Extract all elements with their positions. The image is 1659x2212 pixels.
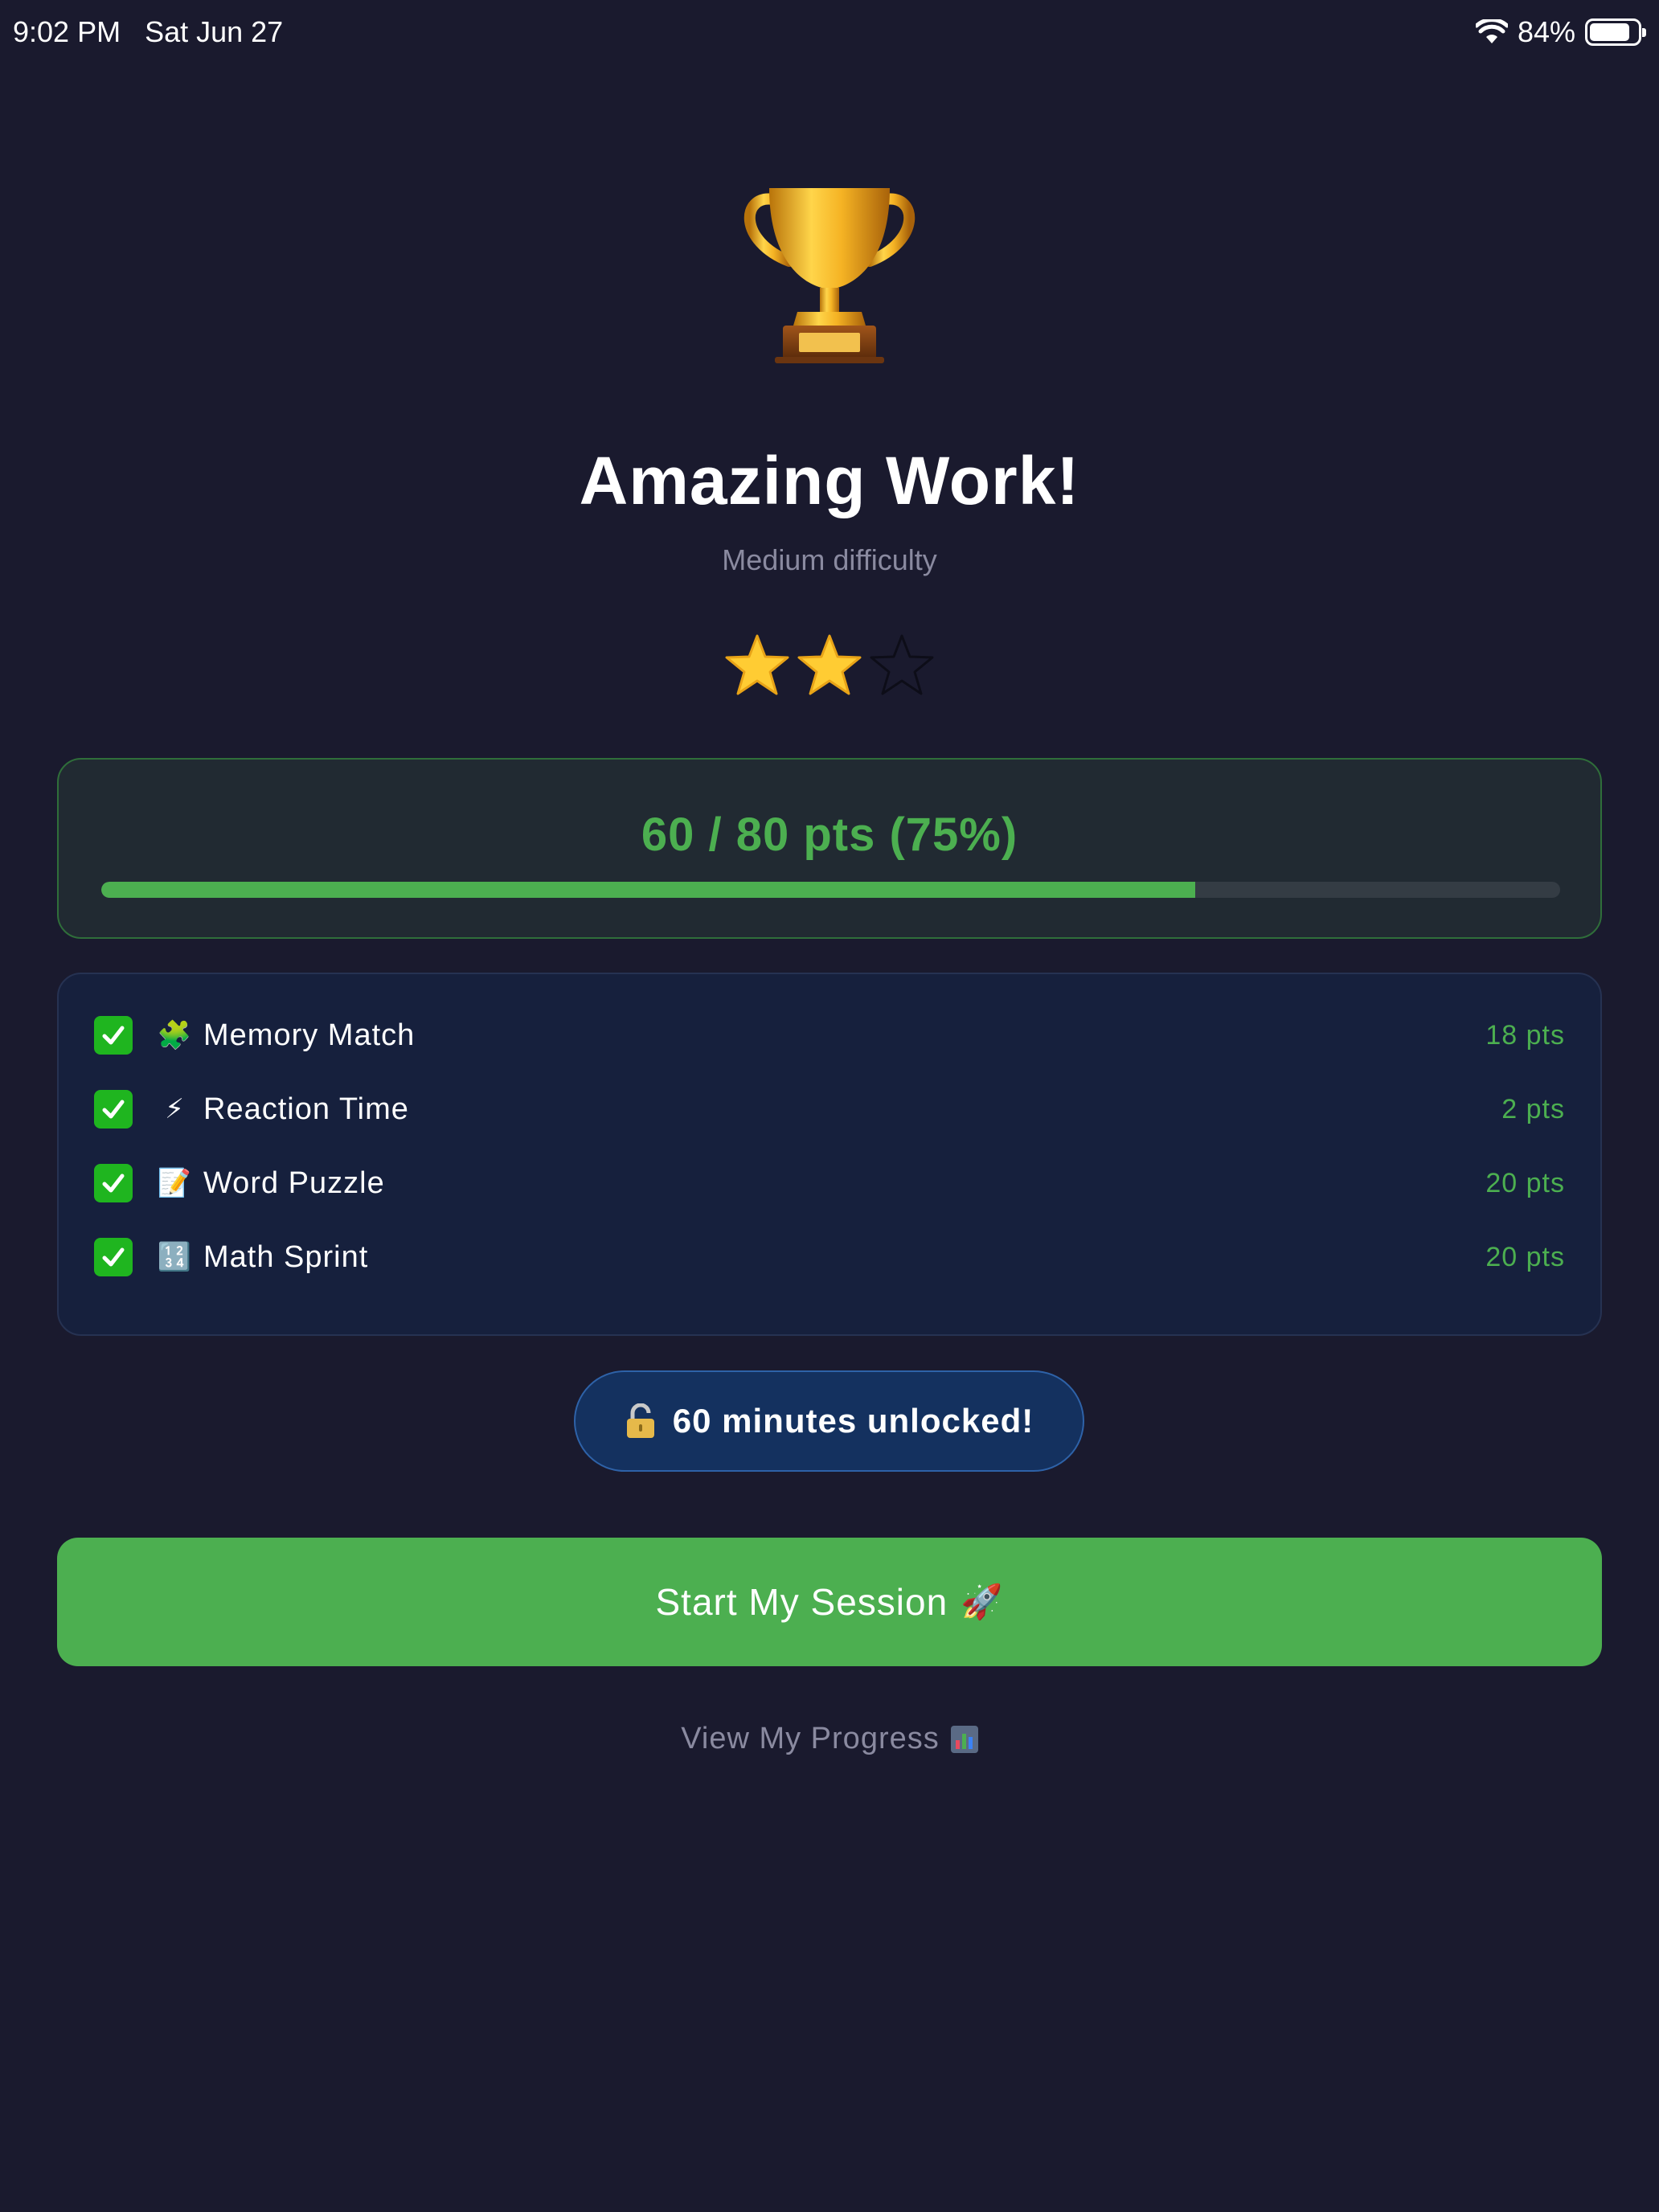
star-filled-icon <box>797 634 862 695</box>
status-bar: 9:02 PM Sat Jun 27 84% <box>0 0 1659 64</box>
score-text: 60 / 80 pts (75%) <box>641 809 1018 861</box>
view-progress-label: View My Progress <box>681 1722 940 1755</box>
status-left: 9:02 PM Sat Jun 27 <box>13 15 283 49</box>
view-progress-link[interactable]: View My Progress <box>0 1722 1659 1756</box>
puzzle-piece-icon: 🧩 <box>157 1020 192 1051</box>
games-list: 🧩 Memory Match 18 pts ⚡ Reaction Time 2 pts 📝 W… <box>57 973 1602 1336</box>
unlock-icon <box>626 1403 654 1438</box>
lightning-icon: ⚡ <box>165 1094 184 1124</box>
trophy-icon <box>743 188 916 363</box>
bar-chart-icon <box>950 1725 978 1753</box>
game-points: 2 pts <box>1501 1093 1565 1124</box>
game-row: 🧩 Memory Match 18 pts <box>59 998 1600 1072</box>
game-row: ⚡ Reaction Time 2 pts <box>59 1072 1600 1146</box>
star-rating <box>0 631 1659 700</box>
game-name: Math Sprint <box>203 1239 369 1274</box>
game-row: 🔢 Math Sprint 20 pts <box>59 1220 1600 1294</box>
score-card: 60 / 80 pts (75%) <box>57 758 1602 939</box>
game-name: Reaction Time <box>203 1092 409 1126</box>
score-progress-bar <box>101 882 1560 898</box>
game-points: 18 pts <box>1485 1019 1565 1051</box>
unlock-badge: 60 minutes unlocked! <box>574 1370 1084 1472</box>
unlock-text: 60 minutes unlocked! <box>672 1402 1034 1440</box>
status-date: Sat Jun 27 <box>145 15 284 48</box>
status-right: 84% <box>1475 15 1646 49</box>
battery-fill <box>1590 23 1629 41</box>
check-icon <box>94 1164 133 1202</box>
star-filled-icon <box>725 634 789 695</box>
game-points: 20 pts <box>1485 1167 1565 1198</box>
page-title: Amazing Work! <box>579 443 1080 518</box>
difficulty-label: Medium difficulty <box>722 543 937 576</box>
score-progress-fill <box>101 882 1196 898</box>
game-points: 20 pts <box>1485 1241 1565 1272</box>
check-icon <box>94 1090 133 1129</box>
start-session-label: Start My Session <box>655 1581 948 1623</box>
memo-icon: 📝 <box>157 1168 192 1198</box>
status-time: 9:02 PM <box>13 15 121 48</box>
star-empty-icon <box>870 634 934 695</box>
check-icon <box>94 1016 133 1055</box>
battery-percent: 84% <box>1517 15 1575 48</box>
numbers-icon: 🔢 <box>157 1242 192 1272</box>
wifi-icon <box>1475 19 1508 43</box>
game-row: 📝 Word Puzzle 20 pts <box>59 1146 1600 1220</box>
rocket-icon: 🚀 <box>961 1582 1004 1620</box>
check-icon <box>94 1238 133 1276</box>
start-session-button[interactable]: Start My Session 🚀 <box>57 1538 1602 1666</box>
battery-icon <box>1585 18 1646 46</box>
game-name: Word Puzzle <box>203 1165 385 1200</box>
game-name: Memory Match <box>203 1018 416 1052</box>
